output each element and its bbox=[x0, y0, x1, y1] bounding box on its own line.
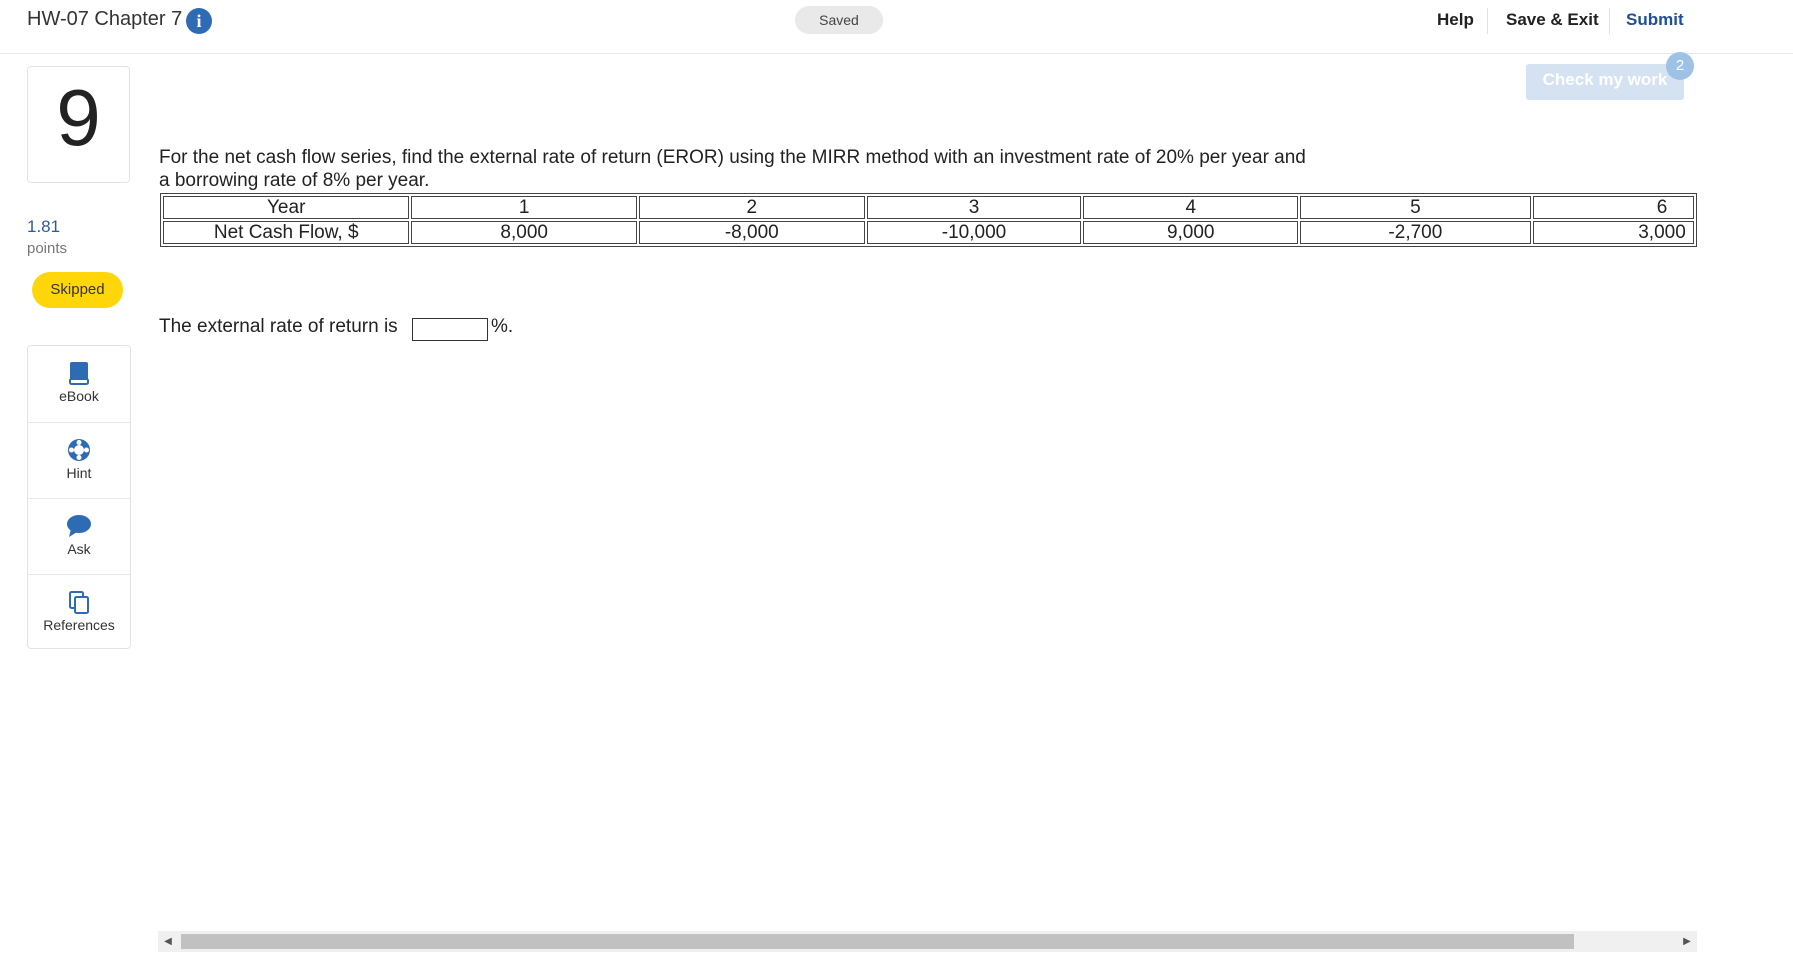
cash-flow-table: Year 1 2 3 4 5 6 Net Cash Flow, $ 8,000 … bbox=[160, 193, 1697, 247]
hint-tool[interactable]: Hint bbox=[28, 422, 130, 498]
table-cell: -8,000 bbox=[638, 221, 865, 244]
skipped-badge: Skipped bbox=[32, 272, 123, 308]
book-icon bbox=[69, 362, 89, 385]
question-text: For the net cash flow series, find the e… bbox=[159, 147, 1306, 191]
references-label: References bbox=[43, 617, 115, 633]
table-cell: 4 bbox=[1083, 196, 1299, 219]
ask-tool[interactable]: Ask bbox=[28, 498, 130, 574]
nav-divider bbox=[1487, 8, 1488, 34]
scroll-left-arrow-icon[interactable]: ◀ bbox=[158, 931, 178, 952]
table-cell: 3 bbox=[866, 196, 1082, 219]
table-cell: 5 bbox=[1300, 196, 1531, 219]
ask-label: Ask bbox=[67, 541, 91, 557]
copy-pages-icon bbox=[69, 591, 89, 614]
table-cell: -2,700 bbox=[1300, 221, 1531, 244]
hint-label: Hint bbox=[66, 465, 92, 481]
save-exit-link[interactable]: Save & Exit bbox=[1506, 10, 1599, 30]
points-value: 1.81 bbox=[27, 217, 61, 236]
table-cell: 8,000 bbox=[411, 221, 637, 244]
references-tool[interactable]: References bbox=[28, 574, 130, 650]
answer-prompt: The external rate of return is bbox=[159, 316, 398, 337]
submit-link[interactable]: Submit bbox=[1626, 10, 1684, 30]
nav-divider bbox=[1609, 8, 1610, 34]
check-my-work-button[interactable]: Check my work bbox=[1526, 64, 1684, 100]
help-link[interactable]: Help bbox=[1437, 10, 1474, 30]
check-attempts-badge: 2 bbox=[1666, 52, 1694, 80]
info-icon[interactable]: i bbox=[186, 8, 212, 34]
table-cell: 2 bbox=[638, 196, 865, 219]
table-cell: 9,000 bbox=[1083, 221, 1299, 244]
points-label: points bbox=[27, 240, 68, 257]
table-cell: 3,000 bbox=[1532, 221, 1694, 244]
question-number-box: 9 bbox=[27, 66, 130, 183]
ebook-tool[interactable]: eBook bbox=[28, 346, 130, 421]
year-header: Year bbox=[163, 196, 410, 219]
table-row: Net Cash Flow, $ 8,000 -8,000 -10,000 9,… bbox=[163, 221, 1694, 244]
row-label: Net Cash Flow, $ bbox=[163, 221, 410, 244]
ebook-label: eBook bbox=[59, 388, 99, 404]
tools-panel: eBook Hint Ask References bbox=[27, 345, 131, 649]
question-number: 9 bbox=[56, 73, 101, 162]
top-bar: HW-07 Chapter 7 i Saved Help Save & Exit… bbox=[0, 0, 1793, 54]
scrollbar-thumb[interactable] bbox=[181, 934, 1574, 949]
assignment-title: HW-07 Chapter 7 bbox=[27, 8, 183, 30]
table-cell-text: 3,000 bbox=[1638, 222, 1686, 243]
answer-input[interactable] bbox=[412, 318, 488, 341]
speech-bubble-icon bbox=[67, 515, 91, 537]
table-cell: 1 bbox=[411, 196, 637, 219]
table-cell: -10,000 bbox=[866, 221, 1082, 244]
answer-unit: %. bbox=[491, 316, 514, 337]
table-cell-text: 6 bbox=[1656, 197, 1668, 218]
saved-status: Saved bbox=[795, 6, 883, 34]
lifebuoy-icon bbox=[68, 439, 90, 461]
horizontal-scrollbar[interactable]: ◀ ▶ bbox=[158, 931, 1697, 952]
table-cell: 6 bbox=[1532, 196, 1694, 219]
table-row: Year 1 2 3 4 5 6 bbox=[163, 196, 1694, 219]
scroll-right-arrow-icon[interactable]: ▶ bbox=[1677, 931, 1697, 952]
